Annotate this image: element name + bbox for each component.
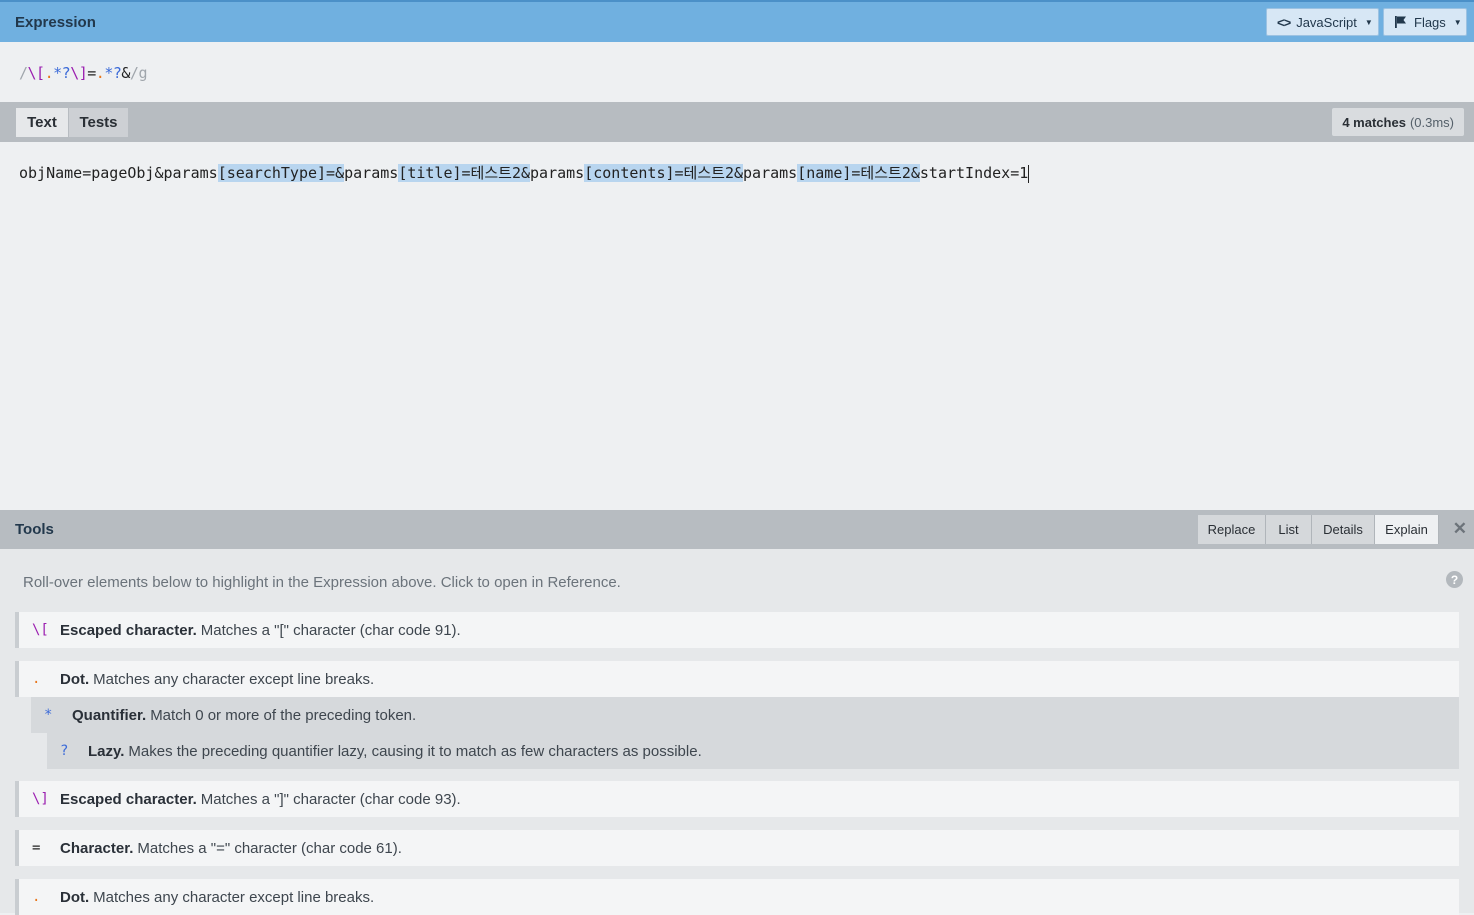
flags-label: Flags xyxy=(1414,14,1446,30)
chevron-down-icon: ▼ xyxy=(1453,17,1462,27)
close-icon[interactable]: ✕ xyxy=(1453,519,1467,539)
text-segment: params xyxy=(344,164,399,182)
flavor-label: JavaScript xyxy=(1296,14,1357,30)
text-segment: startIndex=1 xyxy=(919,164,1029,182)
expression-editor[interactable]: /\[.*?\]=.*?&/g xyxy=(0,42,1474,102)
explain-label: Lazy. xyxy=(88,742,125,760)
explain-label: Quantifier. xyxy=(72,706,147,724)
expression-token[interactable]: *? xyxy=(53,64,71,82)
tools-title: Tools xyxy=(15,521,54,538)
expression-token[interactable]: = xyxy=(87,64,96,82)
expression-token[interactable]: \] xyxy=(70,64,88,82)
explain-label: Escaped character. xyxy=(60,621,197,639)
text-cursor xyxy=(1028,164,1030,183)
match-highlight: [name]=테스트2& xyxy=(797,164,920,182)
explain-row[interactable]: . Dot. Matches any character except line b… xyxy=(15,879,1459,915)
flavor-button[interactable]: <> JavaScript ▼ xyxy=(1266,8,1379,36)
matches-count: 4 matches xyxy=(1342,114,1406,130)
tools-header: Tools Replace List Details Explain ✕ xyxy=(0,510,1474,549)
explain-row[interactable]: = Character. Matches a "=" character (char… xyxy=(15,830,1459,866)
explain-label: Dot. xyxy=(60,670,90,688)
tab-list[interactable]: List xyxy=(1266,515,1312,544)
expression-token[interactable]: \[ xyxy=(28,64,46,82)
tab-details[interactable]: Details xyxy=(1312,515,1375,544)
explain-description: Matches a "=" character (char code 61). xyxy=(137,839,402,857)
expression-tokens: \[.*?\]=.*?& xyxy=(28,64,131,82)
explain-token: ? xyxy=(60,743,69,759)
explain-token: \] xyxy=(32,791,49,807)
explain-token: * xyxy=(44,707,53,723)
test-text-line[interactable]: objName=pageObj&params[searchType]=&para… xyxy=(19,162,1030,183)
explain-description: Matches a "[" character (char code 91). xyxy=(200,621,461,639)
text-segment: params xyxy=(530,164,585,182)
tab-replace[interactable]: Replace xyxy=(1198,515,1266,544)
match-highlight: [title]=테스트2& xyxy=(398,164,531,182)
expression-header: Expression <> JavaScript ▼ Flags ▼ xyxy=(0,0,1474,42)
flags-button[interactable]: Flags ▼ xyxy=(1383,8,1467,36)
text-segment: objName=pageObj&params xyxy=(19,164,218,182)
explain-description: Makes the preceding quantifier lazy, cau… xyxy=(128,742,702,760)
explain-token: . xyxy=(32,671,41,687)
expression-token[interactable]: . xyxy=(45,64,54,82)
expression-delimiter-open: / xyxy=(19,64,28,82)
tab-text[interactable]: Text xyxy=(16,108,68,137)
explain-row[interactable]: \[ Escaped character. Matches a "[" charac… xyxy=(15,612,1459,648)
explain-label: Escaped character. xyxy=(60,790,197,808)
explain-description: Match 0 or more of the preceding token. xyxy=(150,706,417,724)
code-icon: <> xyxy=(1277,14,1291,30)
expression-token[interactable]: & xyxy=(121,64,130,82)
match-highlight: [searchType]=& xyxy=(217,164,345,182)
explain-label: Dot. xyxy=(60,888,90,906)
explain-panel: Roll-over elements below to highlight in… xyxy=(0,549,1474,915)
explain-token: . xyxy=(32,889,41,905)
explain-token: = xyxy=(32,840,41,856)
expression-text[interactable]: /\[.*?\]=.*?&/g xyxy=(19,64,147,82)
match-highlight: [contents]=테스트2& xyxy=(584,164,744,182)
help-icon[interactable]: ? xyxy=(1446,571,1463,588)
expression-flags: g xyxy=(138,64,147,82)
explain-token: \[ xyxy=(32,622,49,638)
explain-description: Matches any character except line breaks… xyxy=(93,888,375,906)
test-text-area[interactable]: objName=pageObj&params[searchType]=&para… xyxy=(0,142,1474,510)
tab-tests[interactable]: Tests xyxy=(69,108,128,137)
expression-token[interactable]: *? xyxy=(104,64,122,82)
text-tabs-bar: Text Tests 4 matches (0.3ms) xyxy=(0,102,1474,142)
explain-row[interactable]: * Quantifier. Match 0 or more of the prece… xyxy=(31,697,1459,733)
flag-icon xyxy=(1394,15,1408,29)
explain-description: Matches a "]" character (char code 93). xyxy=(200,790,461,808)
matches-time: (0.3ms) xyxy=(1409,114,1454,130)
explain-label: Character. xyxy=(60,839,134,857)
explain-row[interactable]: ? Lazy. Makes the preceding quantifier laz… xyxy=(47,733,1459,769)
chevron-down-icon: ▼ xyxy=(1364,17,1373,27)
expression-title: Expression xyxy=(15,14,96,31)
explain-row[interactable]: \] Escaped character. Matches a "]" charac… xyxy=(15,781,1459,817)
explain-description: Matches any character except line breaks… xyxy=(93,670,375,688)
text-segment: params xyxy=(743,164,798,182)
explain-row[interactable]: . Dot. Matches any character except line b… xyxy=(15,661,1459,697)
explain-note: Roll-over elements below to highlight in… xyxy=(23,574,621,591)
tab-explain[interactable]: Explain xyxy=(1375,515,1439,544)
matches-badge: 4 matches (0.3ms) xyxy=(1332,108,1464,136)
